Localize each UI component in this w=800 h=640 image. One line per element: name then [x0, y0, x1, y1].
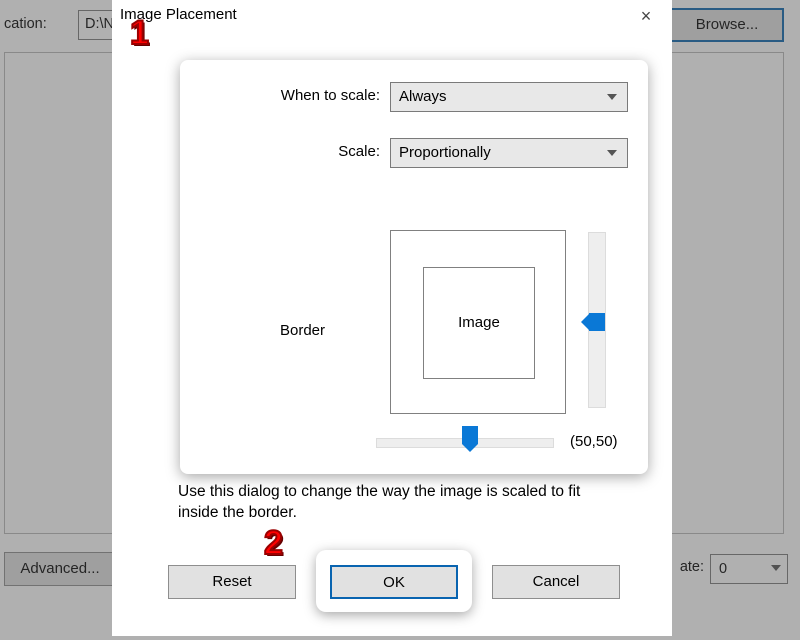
image-preview[interactable]: Image	[423, 267, 535, 379]
when-to-scale-label: When to scale:	[180, 87, 380, 104]
chevron-down-icon	[607, 94, 617, 100]
reset-button[interactable]: Reset	[168, 565, 296, 599]
image-placement-dialog: Image Placement × When to scale: Always …	[112, 0, 672, 636]
chevron-down-icon	[607, 150, 617, 156]
vertical-slider-thumb[interactable]	[581, 313, 605, 331]
when-to-scale-value: Always	[399, 88, 447, 105]
horizontal-slider-thumb[interactable]	[462, 426, 478, 452]
ok-button[interactable]: OK	[330, 565, 458, 599]
scale-value: Proportionally	[399, 144, 491, 161]
dialog-content-panel: When to scale: Always Scale: Proportiona…	[180, 60, 648, 474]
cancel-button[interactable]: Cancel	[492, 565, 620, 599]
when-to-scale-select[interactable]: Always	[390, 82, 628, 112]
annotation-step-1: 1	[130, 14, 149, 53]
scale-label: Scale:	[180, 143, 380, 160]
close-button[interactable]: ×	[634, 6, 658, 27]
border-label: Border	[280, 322, 325, 339]
dialog-help-text: Use this dialog to change the way the im…	[178, 482, 618, 524]
scale-select[interactable]: Proportionally	[390, 138, 628, 168]
annotation-step-2: 2	[264, 524, 283, 563]
position-readout: (50,50)	[570, 433, 618, 450]
border-preview: Image	[390, 230, 566, 414]
